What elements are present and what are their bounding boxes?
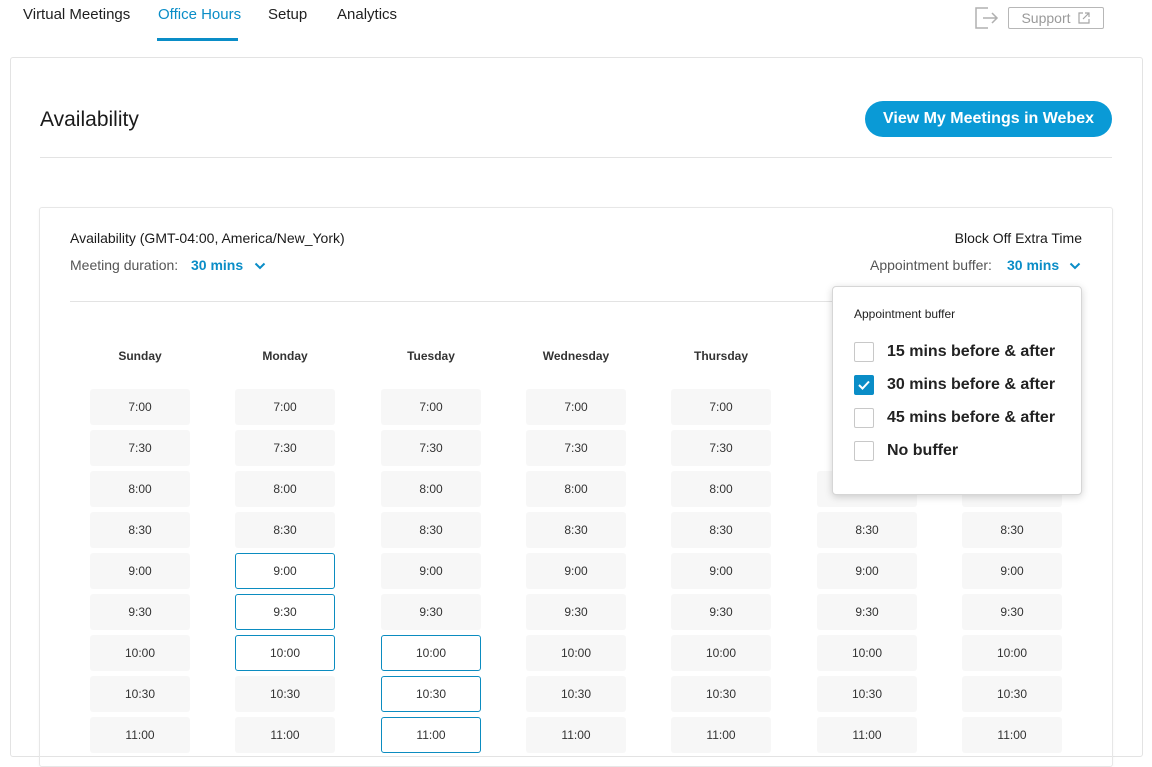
- day-header-thursday: Thursday: [693, 349, 748, 363]
- tab-office-hours[interactable]: Office Hours: [158, 6, 241, 23]
- time-slot-thursday[interactable]: 9:00: [671, 553, 771, 589]
- time-slot-tuesday[interactable]: 8:00: [381, 471, 481, 507]
- time-slot-saturday[interactable]: 9:00: [962, 553, 1062, 589]
- time-slot-sunday[interactable]: 9:00: [90, 553, 190, 589]
- time-slot-friday[interactable]: 8:30: [817, 512, 917, 548]
- appointment-buffer-label: Appointment buffer:: [870, 257, 992, 273]
- buffer-option-45[interactable]: 45 mins before & after: [854, 407, 1055, 429]
- time-slot-monday[interactable]: 8:30: [235, 512, 335, 548]
- time-slot-wednesday[interactable]: 9:00: [526, 553, 626, 589]
- time-slot-wednesday[interactable]: 8:00: [526, 471, 626, 507]
- time-slot-thursday[interactable]: 11:00: [671, 717, 771, 753]
- time-slot-monday[interactable]: 7:00: [235, 389, 335, 425]
- external-link-icon: [1077, 12, 1090, 24]
- time-slot-thursday[interactable]: 10:30: [671, 676, 771, 712]
- time-slot-wednesday[interactable]: 9:30: [526, 594, 626, 630]
- checkmark-icon: [858, 380, 870, 390]
- time-slot-sunday[interactable]: 8:30: [90, 512, 190, 548]
- time-slot-monday[interactable]: 9:30: [235, 594, 335, 630]
- time-slot-wednesday[interactable]: 7:00: [526, 389, 626, 425]
- time-slot-sunday[interactable]: 8:00: [90, 471, 190, 507]
- time-slot-thursday[interactable]: 7:30: [671, 430, 771, 466]
- chevron-down-icon[interactable]: [1069, 262, 1081, 270]
- buffer-option-30[interactable]: 30 mins before & after: [854, 374, 1055, 396]
- time-slot-thursday[interactable]: 7:00: [671, 389, 771, 425]
- time-slot-thursday[interactable]: 8:00: [671, 471, 771, 507]
- time-slot-sunday[interactable]: 11:00: [90, 717, 190, 753]
- timezone-label: Availability (GMT-04:00, America/New_Yor…: [70, 230, 345, 246]
- time-slot-tuesday[interactable]: 7:30: [381, 430, 481, 466]
- time-slot-thursday[interactable]: 8:30: [671, 512, 771, 548]
- time-slot-wednesday[interactable]: 10:00: [526, 635, 626, 671]
- time-slot-wednesday[interactable]: 11:00: [526, 717, 626, 753]
- time-slot-friday[interactable]: 11:00: [817, 717, 917, 753]
- time-slot-wednesday[interactable]: 8:30: [526, 512, 626, 548]
- time-slot-saturday[interactable]: 10:00: [962, 635, 1062, 671]
- option-label: No buffer: [887, 442, 959, 459]
- option-label: 30 mins before & after: [887, 376, 1056, 393]
- buffer-option-15[interactable]: 15 mins before & after: [854, 341, 1055, 363]
- sign-out-icon[interactable]: [972, 5, 1000, 31]
- time-slot-sunday[interactable]: 7:30: [90, 430, 190, 466]
- block-off-title: Block Off Extra Time: [954, 230, 1082, 246]
- meeting-duration-dropdown[interactable]: 30 mins: [191, 257, 243, 273]
- time-slot-tuesday[interactable]: 7:00: [381, 389, 481, 425]
- checkbox[interactable]: [854, 441, 874, 461]
- time-slot-thursday[interactable]: 10:00: [671, 635, 771, 671]
- view-meetings-button[interactable]: View My Meetings in Webex: [865, 101, 1112, 137]
- time-slot-tuesday[interactable]: 10:00: [381, 635, 481, 671]
- time-slot-sunday[interactable]: 7:00: [90, 389, 190, 425]
- time-slot-monday[interactable]: 9:00: [235, 553, 335, 589]
- time-slot-friday[interactable]: 9:30: [817, 594, 917, 630]
- time-slot-wednesday[interactable]: 7:30: [526, 430, 626, 466]
- time-slot-tuesday[interactable]: 11:00: [381, 717, 481, 753]
- tab-setup[interactable]: Setup: [268, 6, 307, 23]
- option-label: 45 mins before & after: [887, 409, 1056, 426]
- time-slot-friday[interactable]: 10:00: [817, 635, 917, 671]
- time-slot-friday[interactable]: 9:00: [817, 553, 917, 589]
- checkbox-checked[interactable]: [854, 375, 874, 395]
- time-slot-monday[interactable]: 11:00: [235, 717, 335, 753]
- time-slot-tuesday[interactable]: 9:00: [381, 553, 481, 589]
- chevron-down-icon[interactable]: [254, 262, 266, 270]
- time-slot-friday[interactable]: 10:30: [817, 676, 917, 712]
- time-slot-saturday[interactable]: 9:30: [962, 594, 1062, 630]
- time-slot-monday[interactable]: 10:00: [235, 635, 335, 671]
- day-header-tuesday: Tuesday: [407, 349, 455, 363]
- support-label: Support: [1021, 10, 1071, 26]
- appointment-buffer-popup: Appointment buffer 15 mins before & afte…: [832, 286, 1082, 495]
- top-navigation: Virtual Meetings Office Hours Setup Anal…: [0, 0, 1152, 50]
- tab-analytics[interactable]: Analytics: [337, 6, 397, 23]
- page-title: Availability: [40, 108, 139, 131]
- meeting-duration-label: Meeting duration:: [70, 257, 179, 273]
- option-label: 15 mins before & after: [887, 343, 1056, 360]
- time-slot-wednesday[interactable]: 10:30: [526, 676, 626, 712]
- day-header-wednesday: Wednesday: [542, 349, 610, 363]
- time-slot-monday[interactable]: 10:30: [235, 676, 335, 712]
- time-slot-tuesday[interactable]: 9:30: [381, 594, 481, 630]
- time-slot-monday[interactable]: 7:30: [235, 430, 335, 466]
- day-header-sunday: Sunday: [118, 349, 162, 363]
- buffer-option-none[interactable]: No buffer: [854, 440, 958, 462]
- time-slot-sunday[interactable]: 10:30: [90, 676, 190, 712]
- checkbox[interactable]: [854, 342, 874, 362]
- time-slot-saturday[interactable]: 10:30: [962, 676, 1062, 712]
- time-slot-sunday[interactable]: 9:30: [90, 594, 190, 630]
- tab-virtual-meetings[interactable]: Virtual Meetings: [23, 6, 130, 23]
- time-slot-monday[interactable]: 8:00: [235, 471, 335, 507]
- popup-title: Appointment buffer: [854, 307, 956, 321]
- appointment-buffer-dropdown[interactable]: 30 mins: [1007, 257, 1059, 273]
- checkbox[interactable]: [854, 408, 874, 428]
- support-button[interactable]: Support: [1008, 7, 1104, 29]
- time-slot-saturday[interactable]: 11:00: [962, 717, 1062, 753]
- time-slot-tuesday[interactable]: 8:30: [381, 512, 481, 548]
- time-slot-tuesday[interactable]: 10:30: [381, 676, 481, 712]
- header-divider: [40, 157, 1112, 158]
- active-tab-indicator: [157, 38, 238, 41]
- time-slot-saturday[interactable]: 8:30: [962, 512, 1062, 548]
- time-slot-sunday[interactable]: 10:00: [90, 635, 190, 671]
- time-slot-thursday[interactable]: 9:30: [671, 594, 771, 630]
- day-header-monday: Monday: [262, 349, 308, 363]
